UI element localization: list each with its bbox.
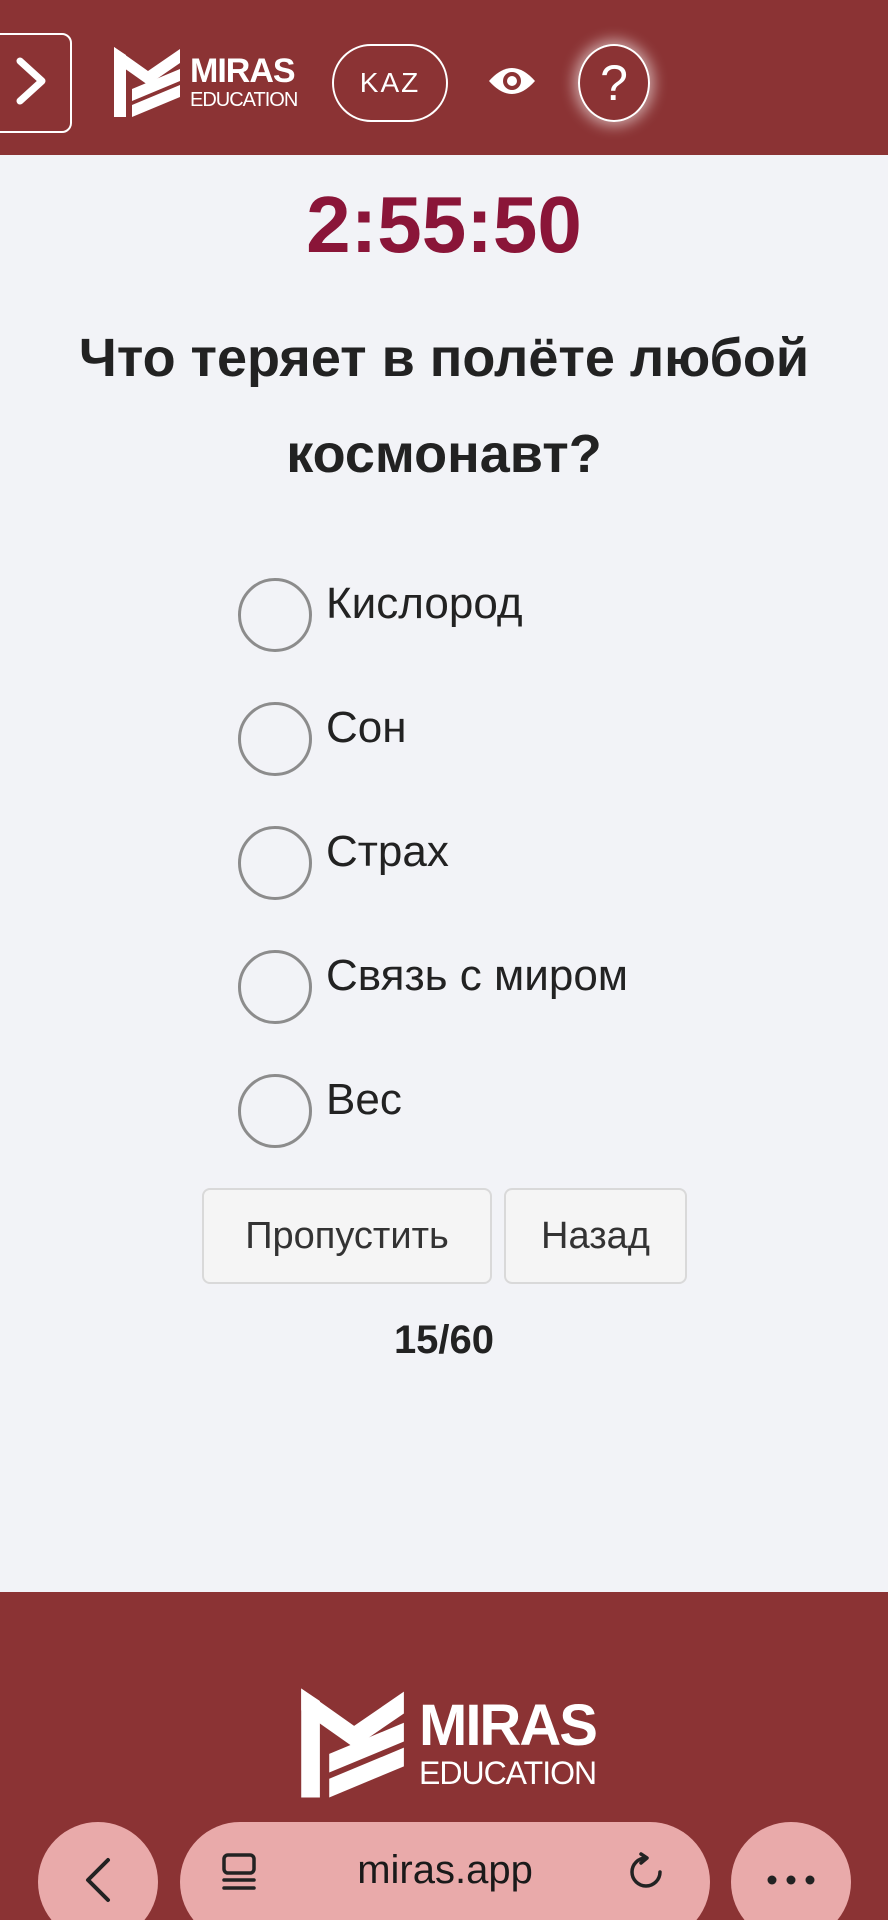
logo-brand-text: MIRAS: [190, 52, 296, 90]
miras-logo[interactable]: MIRAS EDUCATION: [110, 45, 298, 119]
answer-option-label[interactable]: Вес: [326, 1075, 402, 1125]
answer-option-label[interactable]: Связь с миром: [326, 951, 628, 1001]
radio-button[interactable]: [238, 826, 312, 900]
answer-option[interactable]: Связь с миром: [238, 925, 628, 1049]
countdown-timer: 2:55:50: [306, 180, 582, 269]
radio-button[interactable]: [238, 950, 312, 1024]
more-dots-icon: [766, 1873, 816, 1891]
sidebar-toggle-button[interactable]: [0, 33, 72, 133]
answer-option[interactable]: Страх: [238, 801, 628, 925]
eye-icon: [487, 63, 537, 104]
answer-option[interactable]: Кислород: [238, 553, 628, 677]
footer-miras-logo[interactable]: MIRAS EDUCATION: [295, 1682, 598, 1804]
answer-option-label[interactable]: Кислород: [326, 579, 523, 629]
logo-brand-text: MIRAS: [419, 1693, 598, 1758]
answer-options: Кислород Сон Страх Связь с миром Вес: [238, 553, 628, 1173]
back-button[interactable]: Назад: [504, 1188, 687, 1284]
top-header: MIRAS EDUCATION KAZ ?: [0, 0, 888, 155]
question-progress: 15/60: [393, 1318, 495, 1362]
browser-url-bar[interactable]: miras.app: [180, 1822, 710, 1920]
answer-option-label[interactable]: Страх: [326, 827, 449, 877]
chevron-right-icon: [14, 55, 48, 112]
question-text: Что теряет в полёте любой космонавт?: [78, 328, 810, 484]
visibility-toggle-button[interactable]: [484, 58, 540, 108]
logo-sub-text: EDUCATION: [419, 1755, 597, 1791]
help-button[interactable]: ?: [578, 44, 650, 122]
answer-option[interactable]: Сон: [238, 677, 628, 801]
radio-button[interactable]: [238, 578, 312, 652]
answer-option[interactable]: Вес: [238, 1049, 628, 1173]
miras-logo-mark-icon: [295, 1682, 407, 1804]
language-switch-button[interactable]: KAZ: [332, 44, 448, 122]
radio-button[interactable]: [238, 1074, 312, 1148]
logo-sub-text: EDUCATION: [190, 89, 298, 111]
reload-icon[interactable]: [626, 1852, 666, 1897]
answer-option-label[interactable]: Сон: [326, 703, 407, 753]
chevron-left-icon: [83, 1856, 113, 1909]
miras-logo-mark-icon: [110, 45, 182, 119]
skip-button[interactable]: Пропустить: [202, 1188, 492, 1284]
radio-button[interactable]: [238, 702, 312, 776]
